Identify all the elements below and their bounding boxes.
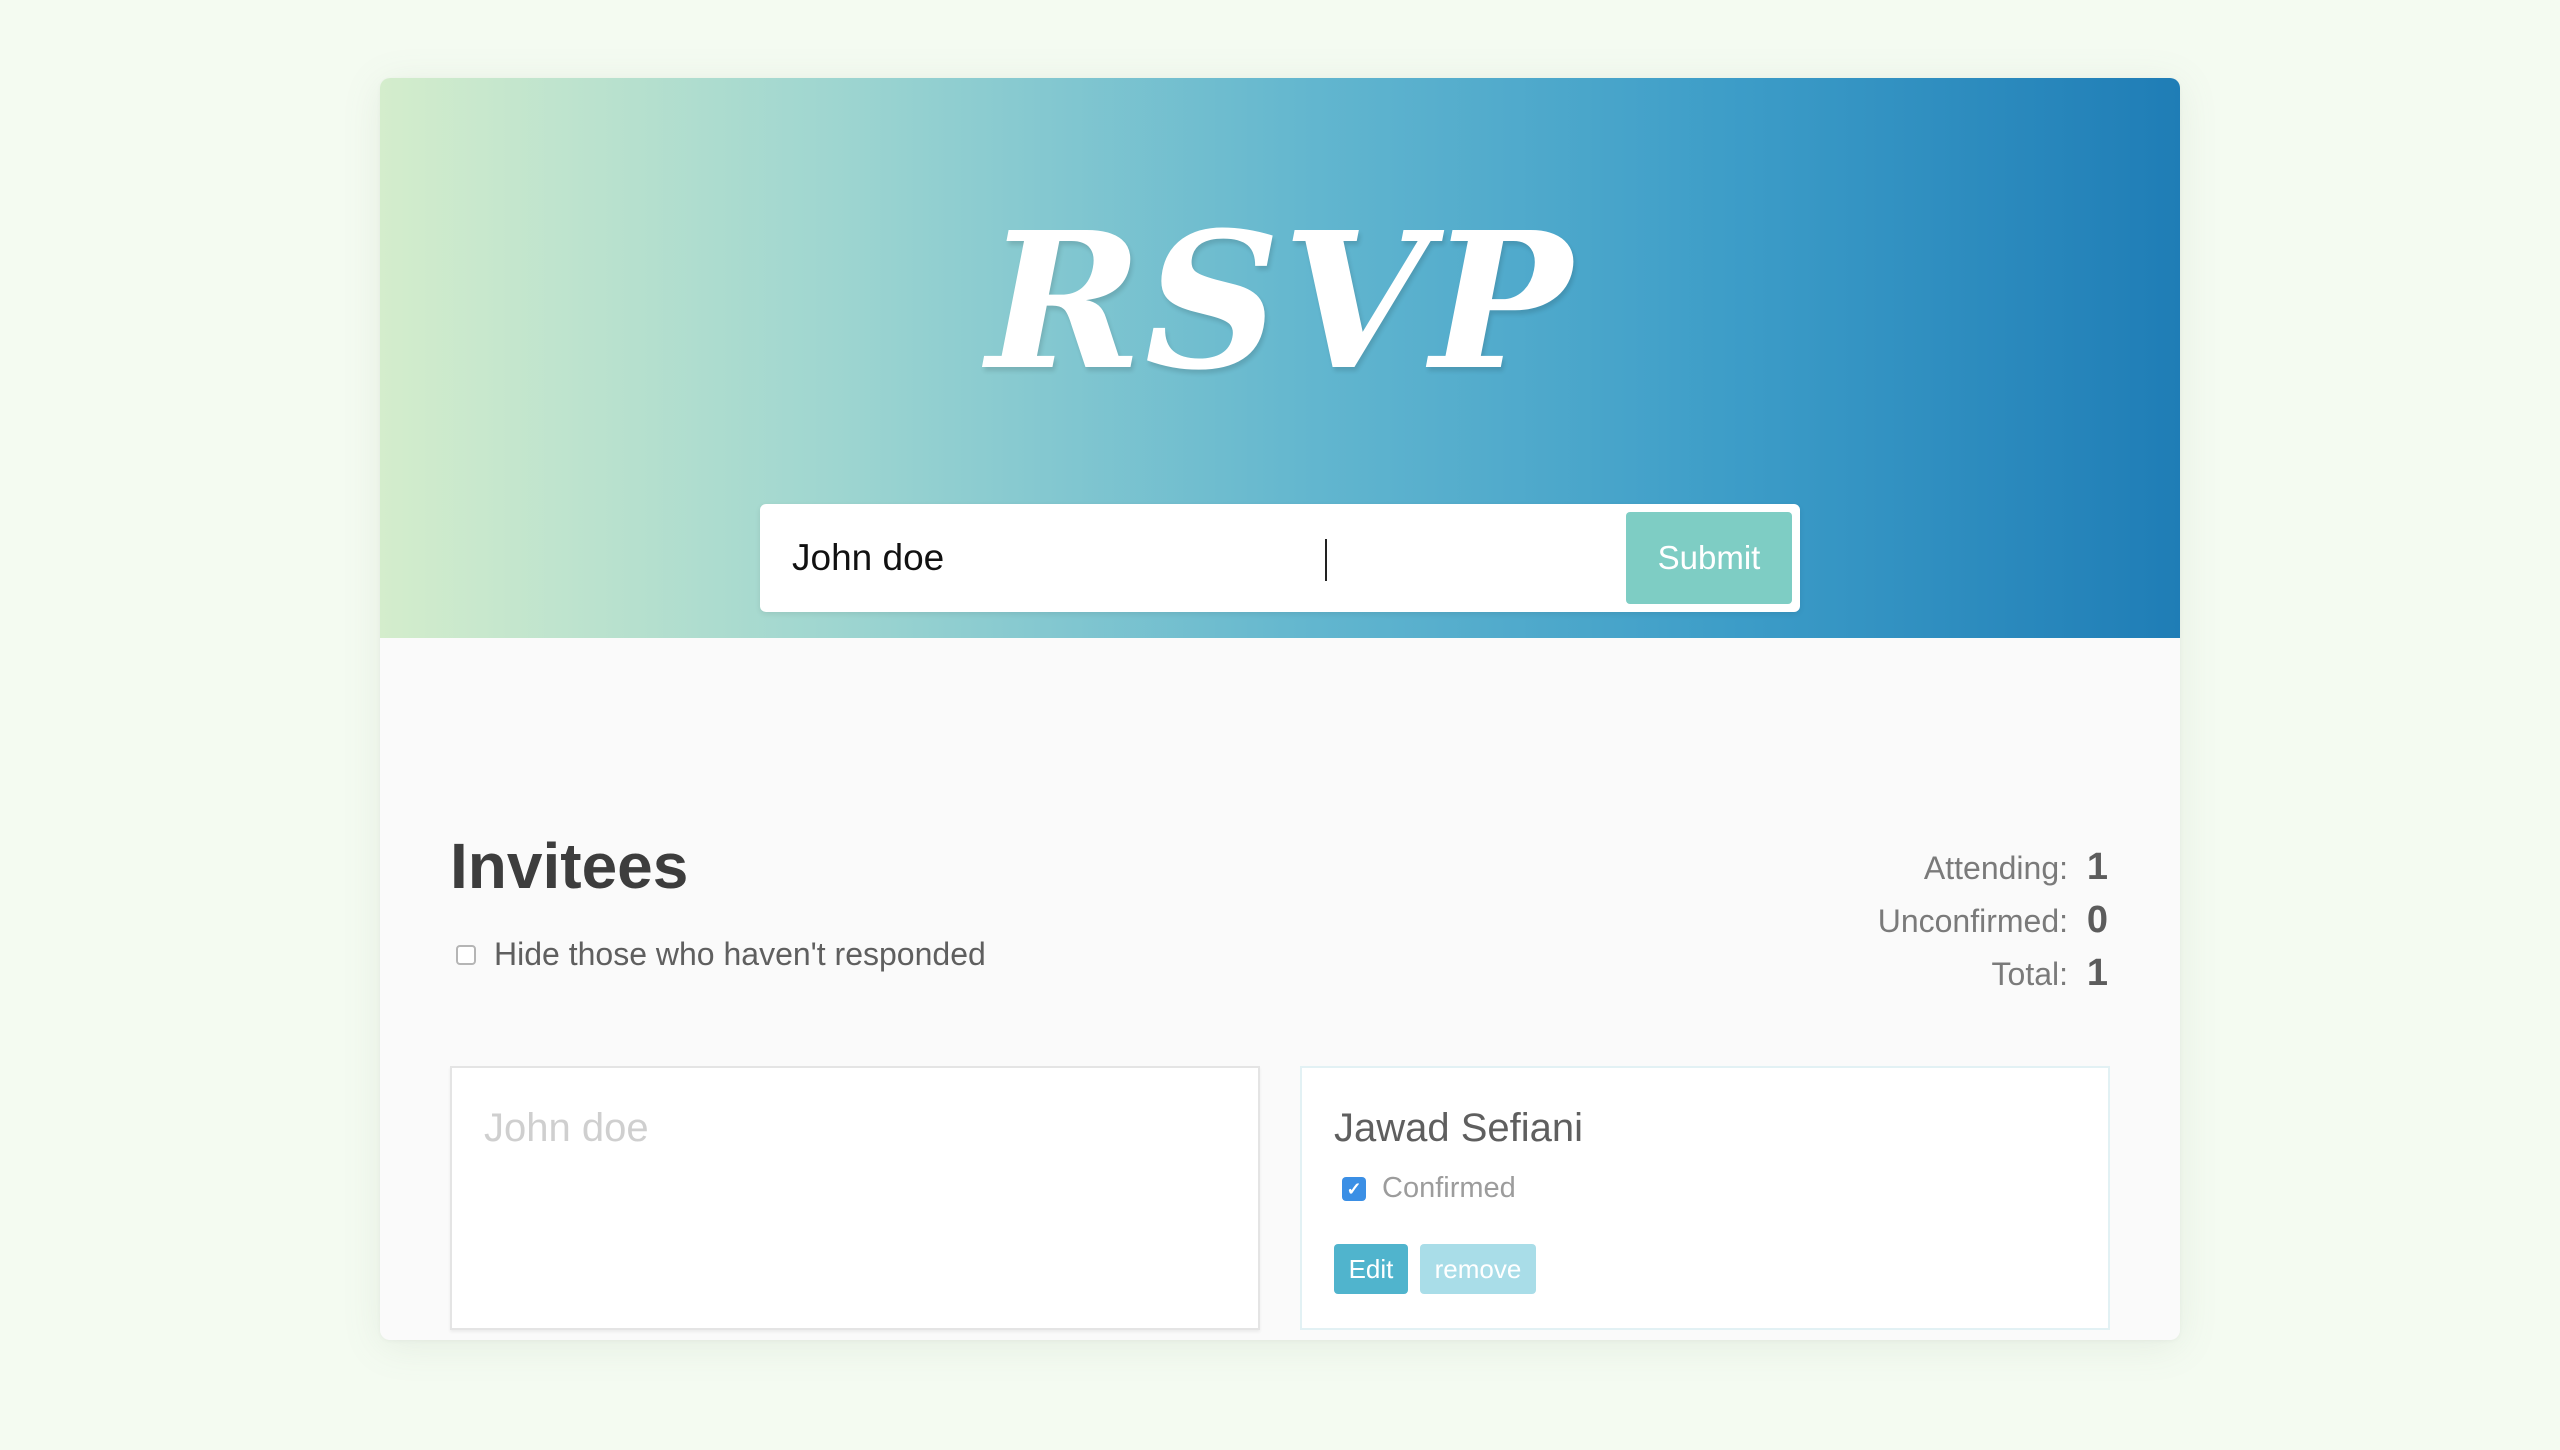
total-count: 1 [2086,952,2108,994]
page-title: Invitees [450,830,689,902]
hide-unresponded-checkbox[interactable] [456,944,476,965]
invitee-name: Jawad Sefiani [1334,1106,1584,1150]
rsvp-counter: Attending: 1 Unconfirmed: 0 Total: 1 [1708,846,2108,1005]
total-row: Total: 1 [1708,952,2108,1005]
unconfirmed-row: Unconfirmed: 0 [1708,899,2108,952]
rsvp-form: Submit [760,504,1800,612]
text-cursor [1325,539,1327,581]
remove-button[interactable]: remove [1420,1244,1536,1294]
header-banner: RSVP Submit [380,78,2180,638]
main-content: Invitees Hide those who haven't responde… [380,638,2180,1340]
attending-row: Attending: 1 [1708,846,2108,899]
pending-invitee-card: John doe [450,1066,1260,1330]
edit-button[interactable]: Edit [1334,1244,1408,1294]
confirmed-toggle[interactable]: ✓ Confirmed [1342,1172,1516,1205]
submit-button[interactable]: Submit [1626,512,1792,604]
logo-text: RSVP [986,191,1574,412]
confirmed-label: Confirmed [1382,1172,1516,1204]
attending-label: Attending: [1923,850,2068,886]
rsvp-logo: RSVP [380,208,2180,396]
filter-label: Hide those who haven't responded [494,936,986,972]
hide-unresponded-filter[interactable]: Hide those who haven't responded [456,936,986,973]
unconfirmed-count: 0 [2086,899,2108,941]
check-icon[interactable]: ✓ [1342,1176,1366,1201]
logo-accent [1538,268,1542,290]
pending-invitee-name: John doe [484,1106,649,1150]
invitee-name-input[interactable] [760,504,1620,612]
invitee-card: Jawad Sefiani ✓ Confirmed Edit remove [1300,1066,2110,1330]
unconfirmed-label: Unconfirmed: [1877,903,2068,939]
rsvp-app: RSVP Submit Invitees Hide those who have… [380,78,2180,1340]
total-label: Total: [1991,956,2068,992]
attending-count: 1 [2086,846,2108,888]
